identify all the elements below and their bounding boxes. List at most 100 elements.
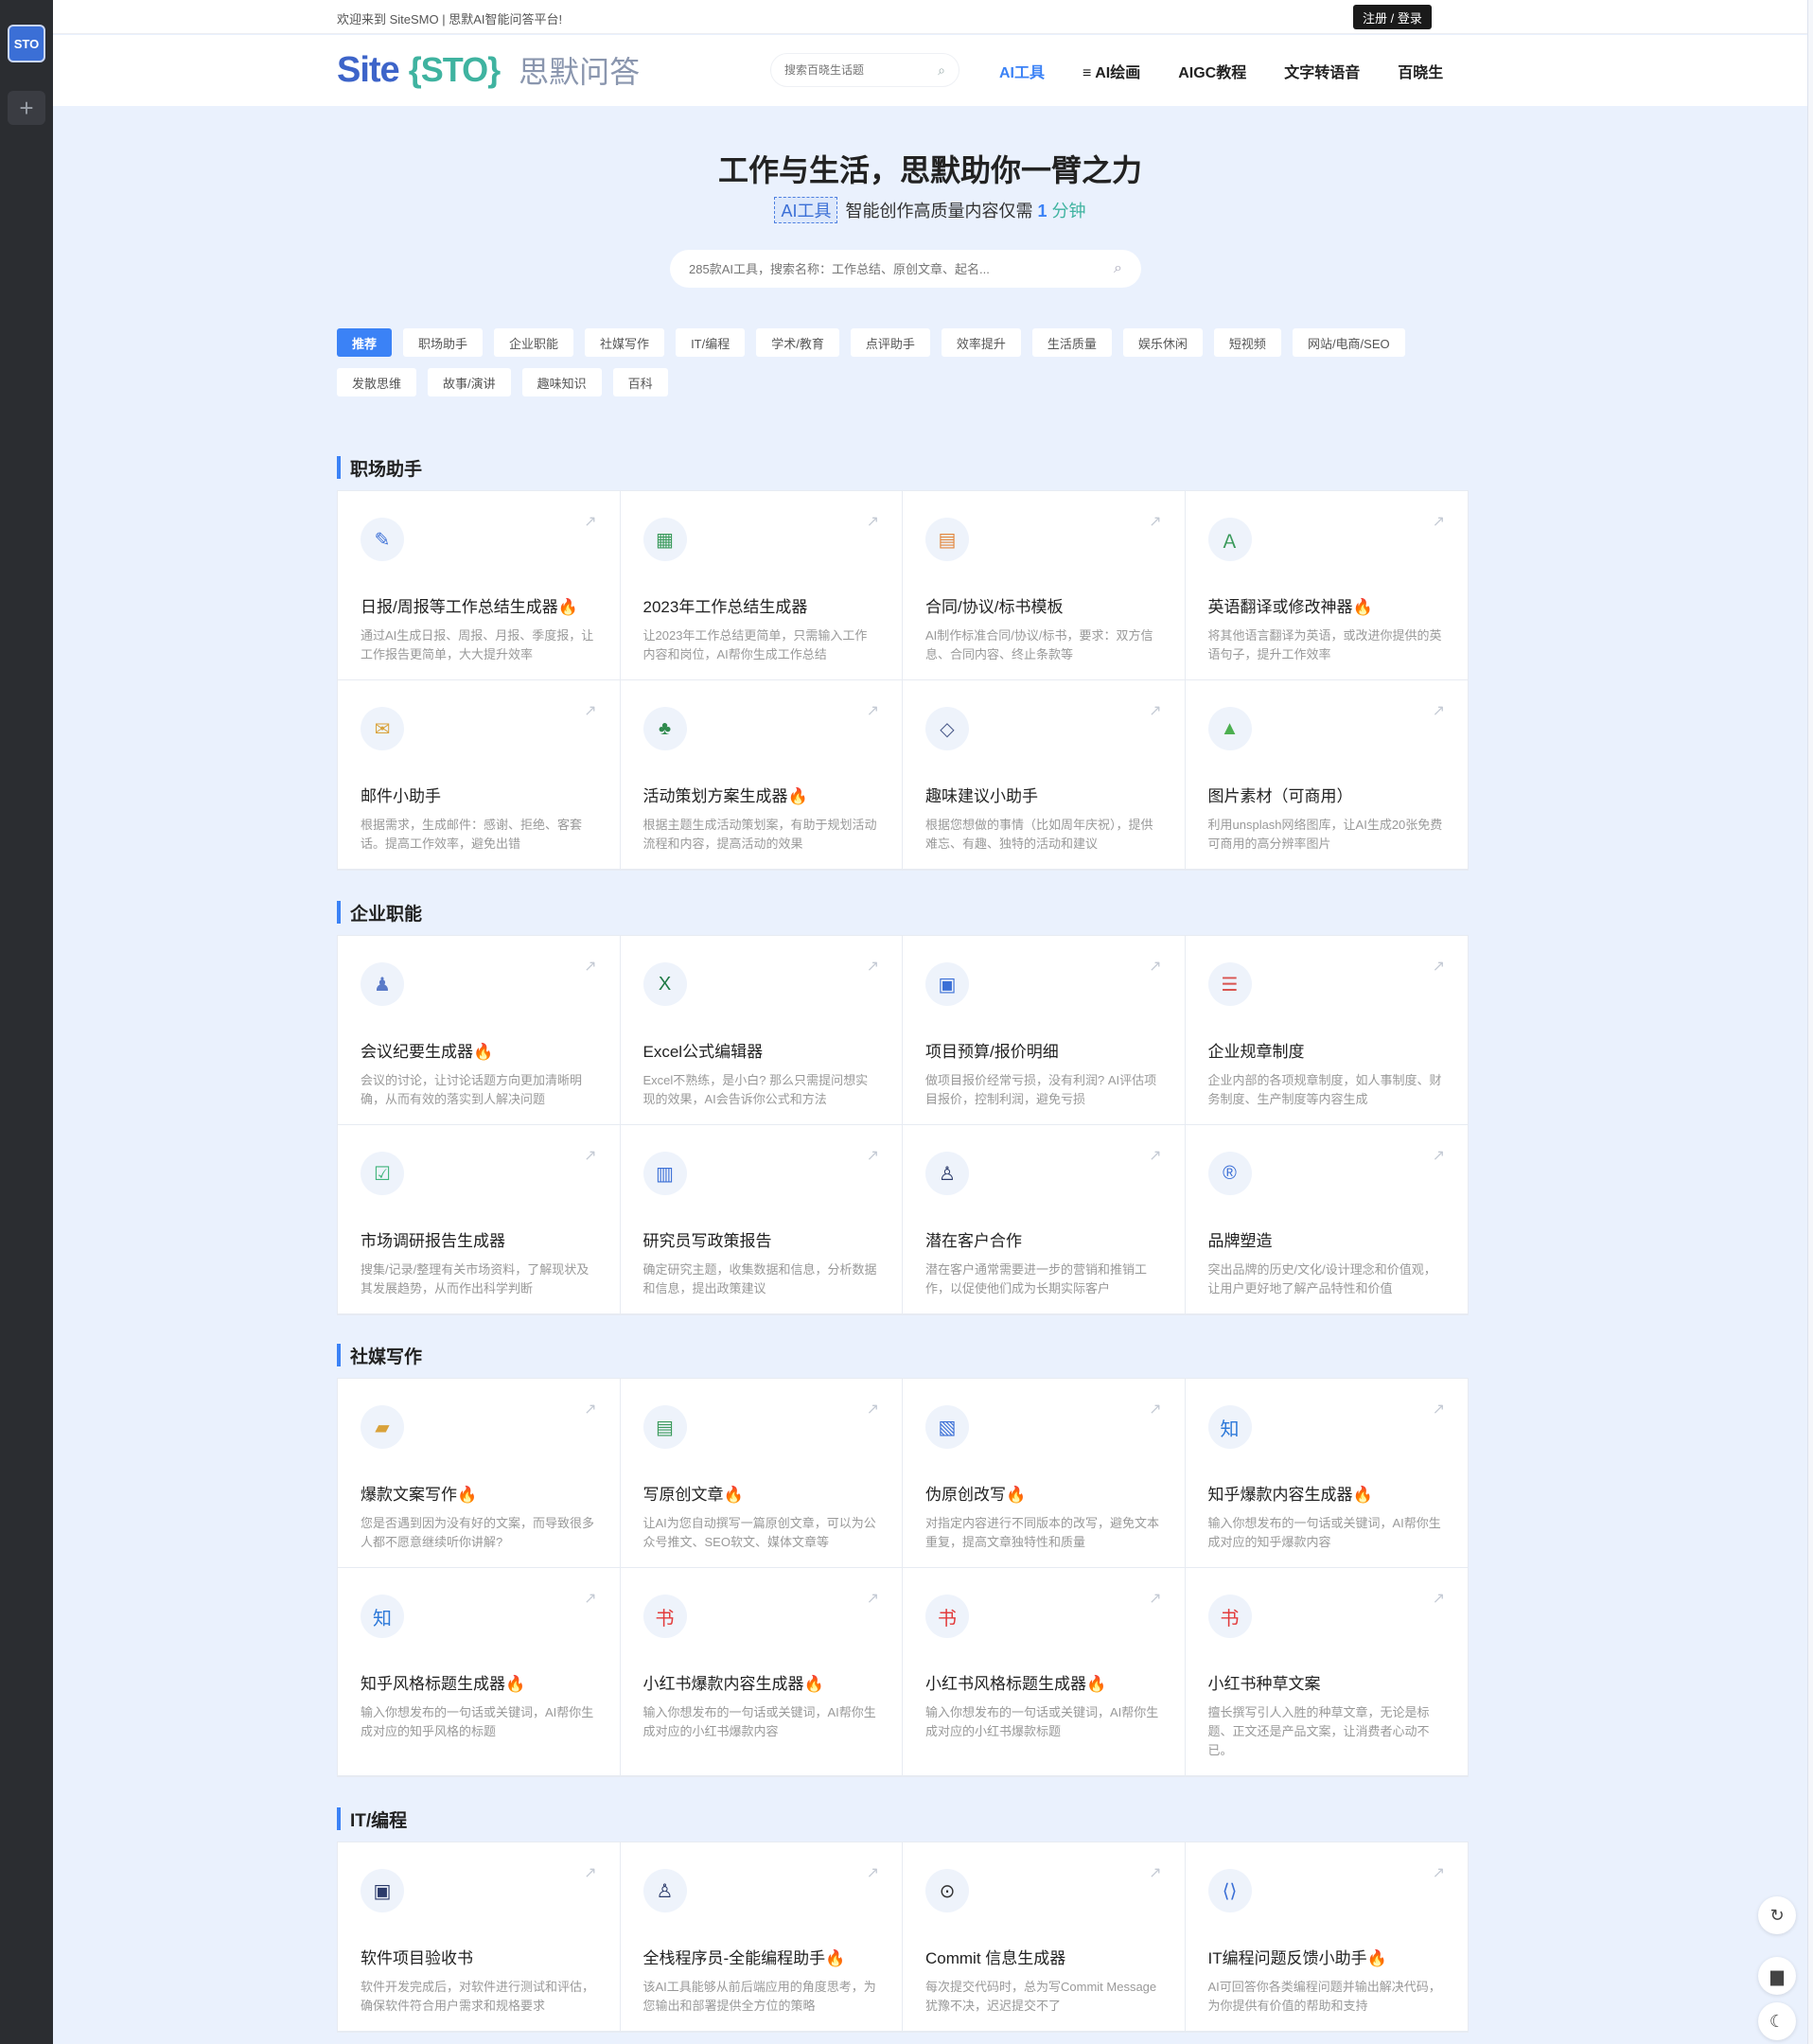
category-chip[interactable]: 故事/演讲	[428, 368, 511, 396]
nav-item[interactable]: 文字转语音	[1284, 60, 1360, 82]
category-chip[interactable]: 职场助手	[403, 328, 484, 357]
site-logo[interactable]: Site {STO} 思默问答	[337, 48, 640, 92]
tool-card[interactable]: ▣ ↗ 软件项目验收书 软件开发完成后，对软件进行测试和评估，确保软件符合用户需求和规…	[338, 1842, 621, 2032]
tool-card[interactable]: ✎ ↗ 日报/周报等工作总结生成器🔥 通过AI生成日报、周报、月报、季度报，让工作报告…	[338, 491, 621, 680]
mail-icon: ✉	[361, 707, 404, 750]
bag-icon[interactable]: ▆	[1758, 1957, 1796, 1995]
scrollbar[interactable]	[1807, 0, 1813, 2044]
tool-card[interactable]: ✉ ↗ 邮件小助手 根据需求，生成邮件：感谢、拒绝、客套话。提高工作效率，避免出错	[338, 680, 621, 870]
nav-item[interactable]: AIGC教程	[1178, 60, 1246, 82]
tool-card-title: 潜在客户合作	[925, 1227, 1162, 1251]
category-chip[interactable]: 娱乐休闲	[1122, 328, 1203, 357]
tool-card[interactable]: 书 ↗ 小红书种草文案 擅长撰写引人入胜的种草文章，无论是标题、正文还是产品文案，让消…	[1185, 1568, 1468, 1776]
arrow-up-right-icon[interactable]: ↗	[1433, 512, 1445, 531]
tool-card[interactable]: ◇ ↗ 趣味建议小助手 根据您想做的事情（比如周年庆祝），提供难忘、有趣、独特的活动和…	[903, 680, 1186, 870]
search-icon[interactable]: ⌕	[1114, 260, 1122, 277]
tool-card[interactable]: ▥ ↗ 研究员写政策报告 确定研究主题，收集数据和信息，分析数据和信息，提出政策建议	[620, 1125, 903, 1314]
tool-card[interactable]: ♟ ↗ 会议纪要生成器🔥 会议的讨论，让讨论话题方向更加清晰明确，从而有效的落实到人解…	[338, 936, 621, 1125]
arrow-up-right-icon[interactable]: ↗	[584, 701, 596, 720]
search-icon[interactable]: ⌕	[938, 62, 945, 79]
arrow-up-right-icon[interactable]: ↗	[584, 1400, 596, 1418]
tool-card[interactable]: ▤ ↗ 合同/协议/标书模板 AI制作标准合同/协议/标书，要求：双方信息、合同内容、…	[903, 491, 1186, 680]
tool-card[interactable]: 书 ↗ 小红书爆款内容生成器🔥 输入你想发布的一句话或关键词，AI帮你生成对应的小红书…	[620, 1568, 903, 1776]
nav-search-input[interactable]	[784, 63, 926, 77]
category-chip[interactable]: 趣味知识	[521, 368, 602, 396]
tool-card[interactable]: ® ↗ 品牌塑造 突出品牌的历史/文化/设计理念和价值观，让用户更好地了解产品特性和价…	[1185, 1125, 1468, 1314]
nav-search[interactable]: ⌕	[770, 53, 959, 87]
category-chip[interactable]: 推荐	[337, 328, 393, 357]
arrow-up-right-icon[interactable]: ↗	[584, 1863, 596, 1882]
tool-card[interactable]: 书 ↗ 小红书风格标题生成器🔥 输入你想发布的一句话或关键词，AI帮你生成对应的小红书…	[903, 1568, 1186, 1776]
tool-card[interactable]: Ａ ↗ 英语翻译或修改神器🔥 将其他语言翻译为英语，或改进你提供的英语句子，提升工作效…	[1185, 491, 1468, 680]
image-icon: ▲	[1207, 707, 1252, 750]
arrow-up-right-icon[interactable]: ↗	[584, 957, 596, 976]
category-chip[interactable]: 短视频	[1213, 328, 1281, 357]
arrow-up-right-icon[interactable]: ↗	[1149, 1589, 1161, 1608]
moon-icon[interactable]: ☾	[1758, 2002, 1796, 2040]
arrow-up-right-icon[interactable]: ↗	[584, 512, 596, 531]
plus-icon[interactable]: +	[8, 91, 45, 125]
tool-card[interactable]: ▤ ↗ 写原创文章🔥 让AI为您自动撰写一篇原创文章，可以为公众号推文、SEO软文、媒…	[620, 1379, 903, 1568]
tool-card-title-text: 知乎风格标题生成器	[361, 1675, 505, 1693]
arrow-up-right-icon[interactable]: ↗	[1149, 512, 1161, 531]
tool-card[interactable]: ▧ ↗ 伪原创改写🔥 对指定内容进行不同版本的改写，避免文本重复，提高文章独特性和质量	[903, 1379, 1186, 1568]
nav-item[interactable]: AI工具	[999, 60, 1045, 82]
arrow-up-right-icon[interactable]: ↗	[1149, 701, 1161, 720]
hero-search[interactable]: ⌕	[670, 250, 1141, 288]
category-chip[interactable]: 学术/教育	[756, 328, 839, 357]
tool-card[interactable]: ▣ ↗ 项目预算/报价明细 做项目报价经常亏损，没有利润? AI评估项目报价，控制利润…	[903, 936, 1186, 1125]
arrow-up-right-icon[interactable]: ↗	[867, 701, 879, 720]
arrow-up-right-icon[interactable]: ↗	[1433, 957, 1445, 976]
arrow-up-right-icon[interactable]: ↗	[867, 1589, 879, 1608]
arrow-up-right-icon[interactable]: ↗	[867, 1146, 879, 1165]
tool-grid: ♟ ↗ 会议纪要生成器🔥 会议的讨论，让讨论话题方向更加清晰明确，从而有效的落实到人解…	[337, 935, 1469, 1315]
login-button[interactable]: 注册 / 登录	[1353, 5, 1432, 29]
tool-card[interactable]: ♙ ↗ 全栈程序员-全能编程助手🔥 该AI工具能够从前后端应用的角度思考，为您输出和部…	[620, 1842, 903, 2032]
arrow-up-right-icon[interactable]: ↗	[1433, 701, 1445, 720]
arrow-up-right-icon[interactable]: ↗	[867, 957, 879, 976]
nav-item[interactable]: 百晓生	[1398, 60, 1443, 82]
tool-card[interactable]: ⊙ ↗ Commit 信息生成器 每次提交代码时，总为写Commit Message犹…	[903, 1842, 1186, 2032]
tool-card[interactable]: ▰ ↗ 爆款文案写作🔥 您是否遇到因为没有好的文案，而导致很多人都不愿意继续听你讲解?	[338, 1379, 621, 1568]
category-chip[interactable]: IT/编程	[676, 328, 746, 357]
nav-item[interactable]: ≡ AI绘画	[1083, 60, 1140, 82]
arrow-up-right-icon[interactable]: ↗	[1433, 1863, 1445, 1882]
arrow-up-right-icon[interactable]: ↗	[1433, 1400, 1445, 1418]
category-chip[interactable]: 发散思维	[337, 368, 417, 396]
tool-card[interactable]: ▲ ↗ 图片素材（可商用） 利用unsplash网络图库，让AI生成20张免费可商用的…	[1185, 680, 1468, 870]
arrow-up-right-icon[interactable]: ↗	[584, 1146, 596, 1165]
category-chip[interactable]: 网站/电商/SEO	[1292, 328, 1405, 357]
tool-card[interactable]: ▦ ↗ 2023年工作总结生成器 让2023年工作总结更简单，只需输入工作内容和岗位，…	[620, 491, 903, 680]
tool-card[interactable]: ☑ ↗ 市场调研报告生成器 搜集/记录/整理有关市场资料，了解现状及其发展趋势，从而作…	[338, 1125, 621, 1314]
logo-cn-text: 思默问答	[519, 55, 641, 89]
tool-card[interactable]: ⟨⟩ ↗ IT编程问题反馈小助手🔥 AI可回答你各类编程问题并输出解决代码，为你提供有…	[1185, 1842, 1468, 2032]
arrow-up-right-icon[interactable]: ↗	[867, 1400, 879, 1418]
category-chip[interactable]: 生活质量	[1031, 328, 1112, 357]
arrow-up-right-icon[interactable]: ↗	[1149, 1146, 1161, 1165]
tool-grid: ▰ ↗ 爆款文案写作🔥 您是否遇到因为没有好的文案，而导致很多人都不愿意继续听你讲解?…	[337, 1378, 1469, 1777]
hero-search-input[interactable]	[689, 261, 1086, 276]
arrow-up-right-icon[interactable]: ↗	[1149, 957, 1161, 976]
category-chip[interactable]: 企业职能	[494, 328, 574, 357]
arrow-up-right-icon[interactable]: ↗	[1149, 1400, 1161, 1418]
tool-card[interactable]: ♣ ↗ 活动策划方案生成器🔥 根据主题生成活动策划案，有助于规划活动流程和内容，提高活…	[620, 680, 903, 870]
category-chip[interactable]: 点评助手	[850, 328, 930, 357]
arrow-up-right-icon[interactable]: ↗	[584, 1589, 596, 1608]
rail-logo[interactable]: STO	[8, 25, 45, 62]
category-chip[interactable]: 效率提升	[941, 328, 1021, 357]
tool-card[interactable]: X ↗ Excel公式编辑器 Excel不熟练，是小白? 那么只需提问想实现的效果，A…	[620, 936, 903, 1125]
tool-card-desc: 输入你想发布的一句话或关键词，AI帮你生成对应的知乎风格的标题	[361, 1705, 594, 1738]
refresh-icon[interactable]: ↻	[1758, 1896, 1796, 1934]
tool-card[interactable]: 知 ↗ 知乎风格标题生成器🔥 输入你想发布的一句话或关键词，AI帮你生成对应的知乎风格…	[338, 1568, 621, 1776]
category-chip[interactable]: 社媒写作	[585, 328, 665, 357]
arrow-up-right-icon[interactable]: ↗	[1433, 1589, 1445, 1608]
category-chip[interactable]: 百科	[612, 368, 668, 396]
tool-card[interactable]: ☰ ↗ 企业规章制度 企业内部的各项规章制度，如人事制度、财务制度、生产制度等内容生成	[1185, 936, 1468, 1125]
fire-icon: 🔥	[505, 1675, 526, 1693]
arrow-up-right-icon[interactable]: ↗	[867, 1863, 879, 1882]
tool-card[interactable]: 知 ↗ 知乎爆款内容生成器🔥 输入你想发布的一句话或关键词，AI帮你生成对应的知乎爆款…	[1185, 1379, 1468, 1568]
tool-card[interactable]: ♙ ↗ 潜在客户合作 潜在客户通常需要进一步的营销和推销工作，以促使他们成为长期实际客…	[903, 1125, 1186, 1314]
arrow-up-right-icon[interactable]: ↗	[1149, 1863, 1161, 1882]
arrow-up-right-icon[interactable]: ↗	[867, 512, 879, 531]
arrow-up-right-icon[interactable]: ↗	[1433, 1146, 1445, 1165]
